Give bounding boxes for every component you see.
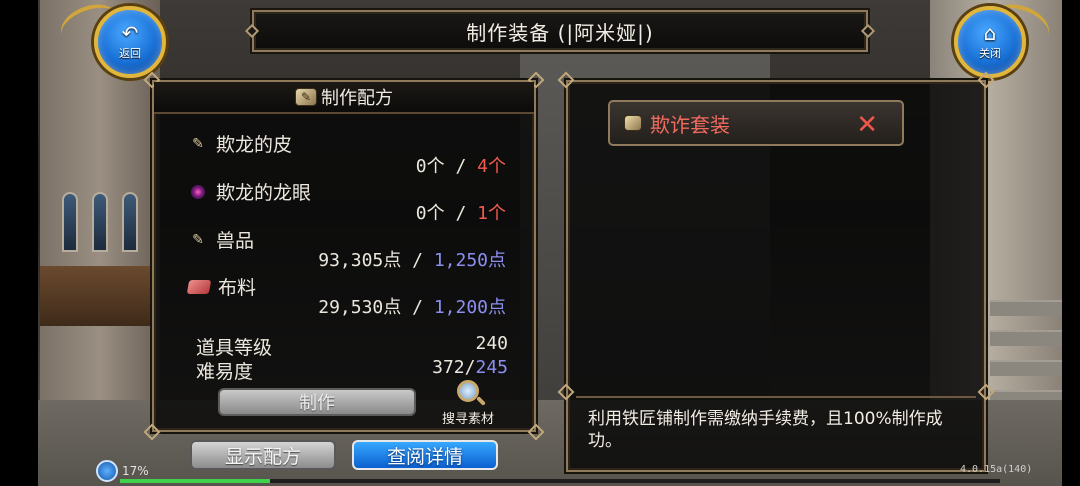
arched-window bbox=[62, 192, 78, 252]
material-name: 布料 bbox=[218, 277, 257, 299]
material-name: 欺龙的龙眼 bbox=[216, 182, 312, 204]
item-level-label: 道具等级 bbox=[196, 337, 273, 359]
window-title: 制作装备 (|阿米娅|) bbox=[466, 20, 654, 45]
version-text: 4.0.15a(140) bbox=[960, 464, 1033, 475]
recipe-header: ✎ 制作配方 bbox=[154, 82, 534, 114]
count-separator: / bbox=[412, 250, 434, 271]
eye-orb-icon bbox=[191, 184, 205, 199]
material-name: 兽品 bbox=[216, 230, 255, 252]
recipe-header-label: 制作配方 bbox=[321, 88, 393, 109]
have-count: 29,530点 bbox=[318, 297, 402, 318]
close-label: 关闭 bbox=[979, 47, 1001, 60]
back-label: 返回 bbox=[119, 47, 141, 60]
set-name: 欺诈套装 bbox=[650, 112, 730, 137]
magnifier-icon bbox=[457, 380, 479, 402]
window-title-bar: 制作装备 (|阿米娅|) bbox=[244, 10, 876, 52]
home-icon: ⌂ bbox=[983, 21, 997, 45]
material-item[interactable]: ✎ 兽品 bbox=[188, 226, 254, 253]
set-scroll-icon bbox=[624, 115, 642, 131]
battery-percent: 17% bbox=[122, 464, 149, 478]
claw-icon: ✎ bbox=[192, 231, 204, 248]
need-count: 1个 bbox=[477, 203, 506, 224]
difficulty-have: 372/ bbox=[432, 357, 476, 378]
material-count: 93,305点 / 1,250点 bbox=[318, 246, 506, 272]
material-item[interactable]: 欺龙的龙眼 bbox=[188, 178, 311, 205]
system-status-strip bbox=[0, 0, 38, 486]
claw-icon: ✎ bbox=[192, 135, 204, 152]
item-level-value: 240 bbox=[475, 333, 508, 354]
arched-window bbox=[92, 192, 108, 252]
show-recipe-button[interactable]: 显示配方 bbox=[190, 440, 336, 470]
material-item[interactable]: 布料 bbox=[186, 273, 257, 300]
material-count: 0个 / 1个 bbox=[416, 199, 506, 225]
need-count: 1,250点 bbox=[433, 250, 506, 271]
have-count: 93,305点 bbox=[318, 250, 402, 271]
close-button[interactable]: ⌂ 关闭 bbox=[954, 6, 1026, 78]
difficulty-label: 难易度 bbox=[196, 361, 254, 383]
count-separator: / bbox=[455, 156, 478, 177]
recipe-scroll-icon: ✎ bbox=[295, 88, 317, 106]
recipe-panel: ✎ 制作配方 ✎ 欺龙的皮 0个 / 4个 欺龙的龙眼 0个 / 1个 ✎ 兽品… bbox=[143, 71, 545, 441]
remove-filter-icon[interactable]: ✕ bbox=[856, 110, 878, 140]
equipment-set-panel: 欺诈套装 ✕ 利用铁匠铺制作需缴纳手续费，且100%制作成功。 bbox=[557, 71, 995, 472]
experience-fill bbox=[120, 479, 270, 483]
system-nav-strip bbox=[1062, 0, 1080, 486]
set-filter-tag[interactable]: 欺诈套装 ✕ bbox=[608, 100, 904, 146]
return-arrow-icon: ↶ bbox=[121, 21, 139, 45]
cloth-icon bbox=[186, 279, 212, 294]
difficulty-need: 245 bbox=[475, 357, 508, 378]
battery-icon bbox=[96, 460, 118, 482]
fee-info-text: 利用铁匠铺制作需缴纳手续费，且100%制作成功。 bbox=[576, 396, 976, 466]
have-count: 0个 bbox=[415, 203, 445, 224]
count-separator: / bbox=[412, 297, 434, 318]
need-count: 1,200点 bbox=[433, 297, 506, 318]
material-name: 欺龙的皮 bbox=[216, 134, 293, 156]
item-level-row: 道具等级 240 bbox=[196, 333, 508, 360]
arched-window bbox=[122, 192, 138, 252]
search-material-label: 搜寻素材 bbox=[441, 412, 494, 427]
have-count: 0个 bbox=[415, 156, 445, 177]
material-count: 0个 / 4个 bbox=[416, 152, 506, 178]
back-button[interactable]: ↶ 返回 bbox=[94, 6, 166, 78]
view-detail-button[interactable]: 查阅详情 bbox=[352, 440, 498, 470]
count-separator: / bbox=[455, 203, 478, 224]
material-count: 29,530点 / 1,200点 bbox=[318, 293, 506, 319]
wooden-bench bbox=[40, 266, 150, 326]
need-count: 4个 bbox=[477, 156, 506, 177]
search-material-button[interactable]: 搜寻素材 bbox=[436, 380, 500, 427]
make-button[interactable]: 制作 bbox=[218, 388, 416, 416]
material-item[interactable]: ✎ 欺龙的皮 bbox=[188, 130, 292, 157]
experience-bar bbox=[120, 479, 1000, 483]
